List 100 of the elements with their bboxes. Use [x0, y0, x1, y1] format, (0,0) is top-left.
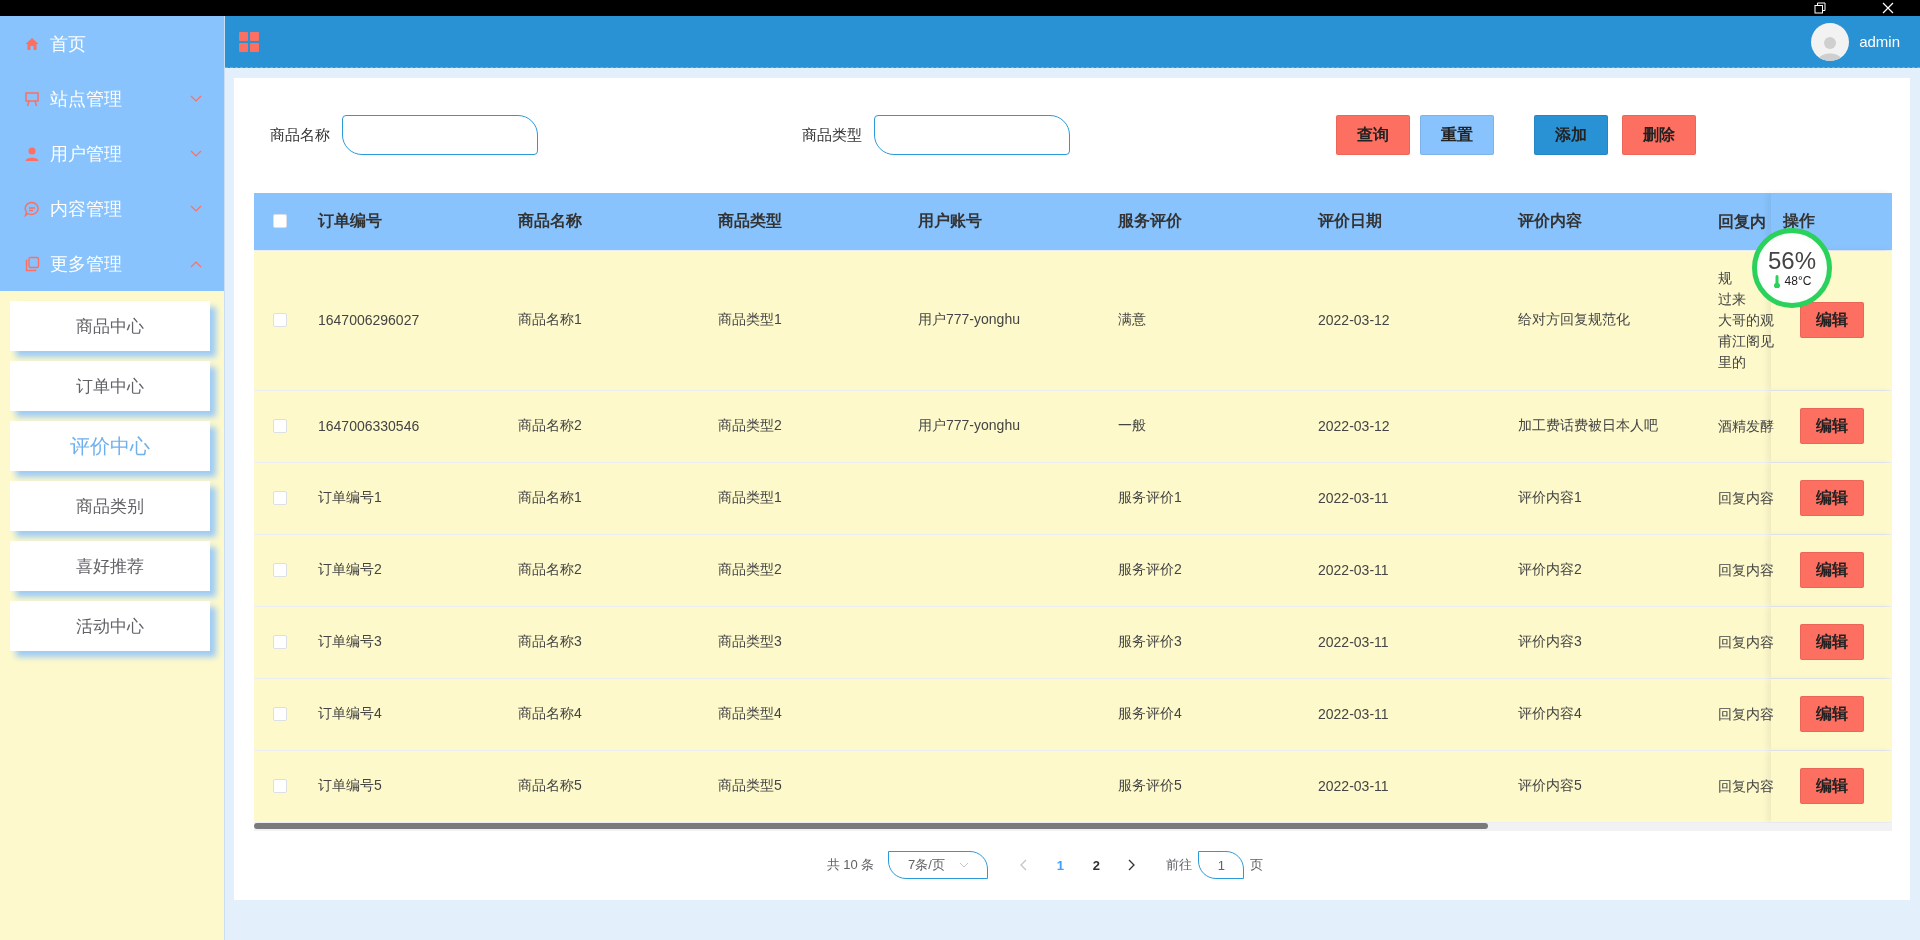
grid-icon[interactable]: [239, 31, 259, 52]
table-cell: 2022-03-11: [1318, 562, 1389, 579]
table-cell: 给对方回复规范化: [1518, 311, 1630, 328]
edit-button[interactable]: 编辑: [1799, 624, 1864, 661]
table-cell: 商品名称1: [518, 489, 582, 506]
submenu-item[interactable]: 喜好推荐: [10, 541, 210, 591]
table-cell: 满意: [1118, 311, 1146, 328]
copy-icon: [24, 255, 40, 272]
action-button[interactable]: 添加: [1534, 115, 1608, 156]
chevron-icon: [190, 204, 202, 213]
column-header: 订单编号: [316, 210, 383, 231]
table-cell: 商品类型1: [718, 489, 782, 506]
table-cell: 订单编号4: [318, 705, 382, 722]
table-cell: 商品名称5: [518, 777, 582, 794]
table-cell: 评价内容4: [1518, 705, 1582, 722]
edit-button[interactable]: 编辑: [1799, 696, 1864, 733]
column-header: 商品类型: [717, 210, 783, 231]
submenu-item[interactable]: 活动中心: [10, 601, 210, 651]
table-cell: 1647006296027: [318, 312, 420, 329]
checkbox[interactable]: [273, 313, 287, 328]
action-button[interactable]: 重置: [1420, 115, 1494, 156]
home-icon: [24, 35, 40, 52]
table-cell: 2022-03-11: [1318, 634, 1389, 651]
table-cell: 商品类型2: [718, 561, 782, 578]
checkbox[interactable]: [273, 491, 287, 506]
page-number[interactable]: 2: [1078, 857, 1115, 873]
total-count: 共 10 条: [826, 856, 875, 875]
column-header: 操作: [1783, 210, 1815, 231]
checkbox[interactable]: [273, 707, 287, 722]
table-cell: 加工费话费被日本人吧: [1518, 417, 1658, 434]
table-cell-text: 回复内容: [1718, 704, 1771, 724]
input-field[interactable]: [874, 115, 1070, 156]
edit-button[interactable]: 编辑: [1799, 408, 1864, 445]
chevron-icon: [190, 259, 202, 268]
checkbox[interactable]: [273, 419, 287, 434]
input-field[interactable]: [342, 115, 538, 156]
chevron-icon: [190, 94, 202, 103]
table-cell: 2022-03-12: [1318, 312, 1390, 329]
restore-icon[interactable]: [1814, 2, 1826, 14]
table-cell: 订单编号2: [318, 561, 382, 578]
table-cell: 商品类型5: [718, 777, 782, 794]
table-cell: 评价内容2: [1518, 561, 1582, 578]
page-input[interactable]: 1: [1198, 851, 1245, 880]
chevron-icon: [190, 149, 202, 158]
checkbox[interactable]: [273, 214, 287, 229]
submenu-item[interactable]: 订单中心: [10, 361, 210, 411]
table-cell-text: 过来: [1718, 289, 1747, 309]
checkbox[interactable]: [273, 779, 287, 794]
table-cell: 商品名称2: [518, 561, 582, 578]
submenu-item[interactable]: 商品类别: [10, 481, 210, 531]
page-suffix: 页: [1250, 856, 1264, 875]
scroll-thumb[interactable]: [254, 822, 1488, 829]
checkbox[interactable]: [273, 635, 287, 650]
table-cell: 商品类型3: [718, 633, 782, 650]
table-cell: 1647006330546: [318, 418, 420, 435]
column-header: 评价日期: [1316, 210, 1383, 231]
table-cell: 评价内容1: [1518, 489, 1582, 506]
chevron-icon: [958, 862, 969, 869]
table-cell: 服务评价1: [1118, 489, 1182, 506]
field-label: 商品类型: [802, 125, 862, 145]
table-cell-text: 规: [1718, 268, 1733, 288]
close-icon[interactable]: [1882, 2, 1894, 14]
scroll-track[interactable]: [254, 822, 1892, 831]
submenu-item[interactable]: 商品中心: [10, 301, 210, 351]
table-cell: 服务评价5: [1118, 777, 1182, 794]
action-button[interactable]: 删除: [1622, 115, 1696, 156]
column-header: 评价内容: [1516, 210, 1583, 231]
user-name[interactable]: admin: [1859, 33, 1900, 50]
table-cell: 订单编号1: [318, 489, 382, 506]
table-cell: 评价内容5: [1518, 777, 1582, 794]
edit-button[interactable]: 编辑: [1799, 552, 1864, 589]
prev-icon[interactable]: [1020, 859, 1029, 872]
table-cell: 商品类型1: [718, 311, 782, 328]
thermometer-icon: [1772, 274, 1781, 288]
table-cell: 商品名称1: [518, 311, 582, 328]
table-cell: 用户777-yonghu: [918, 417, 1020, 434]
easel-icon: [24, 90, 40, 107]
field-label: 商品名称: [270, 125, 330, 145]
table-cell-text: 里的: [1718, 352, 1747, 372]
edit-button[interactable]: 编辑: [1799, 480, 1864, 517]
column-header: 服务评价: [1117, 210, 1183, 231]
table-cell: 商品类型4: [718, 705, 782, 722]
temperature: 48°C: [1784, 274, 1812, 288]
next-icon[interactable]: [1128, 859, 1137, 872]
table-cell-text: 回复内容: [1718, 488, 1771, 508]
edit-button[interactable]: 编辑: [1799, 768, 1864, 805]
table-cell: 商品名称2: [518, 417, 582, 434]
table-cell-text: 回复内容: [1718, 776, 1771, 796]
avatar[interactable]: [1811, 22, 1850, 61]
checkbox[interactable]: [273, 563, 287, 578]
column-header: 用户账号: [917, 210, 983, 231]
chat-icon: [24, 200, 40, 217]
page-size-select[interactable]: 7条/页: [888, 851, 989, 880]
table-cell: 订单编号3: [318, 633, 382, 650]
table-cell: 评价内容3: [1518, 633, 1582, 650]
edit-button[interactable]: 编辑: [1799, 302, 1864, 339]
table-cell: 一般: [1118, 417, 1146, 434]
table-cell: 订单编号5: [318, 777, 382, 794]
action-button[interactable]: 查询: [1336, 115, 1410, 156]
table-cell: 2022-03-12: [1318, 418, 1390, 435]
